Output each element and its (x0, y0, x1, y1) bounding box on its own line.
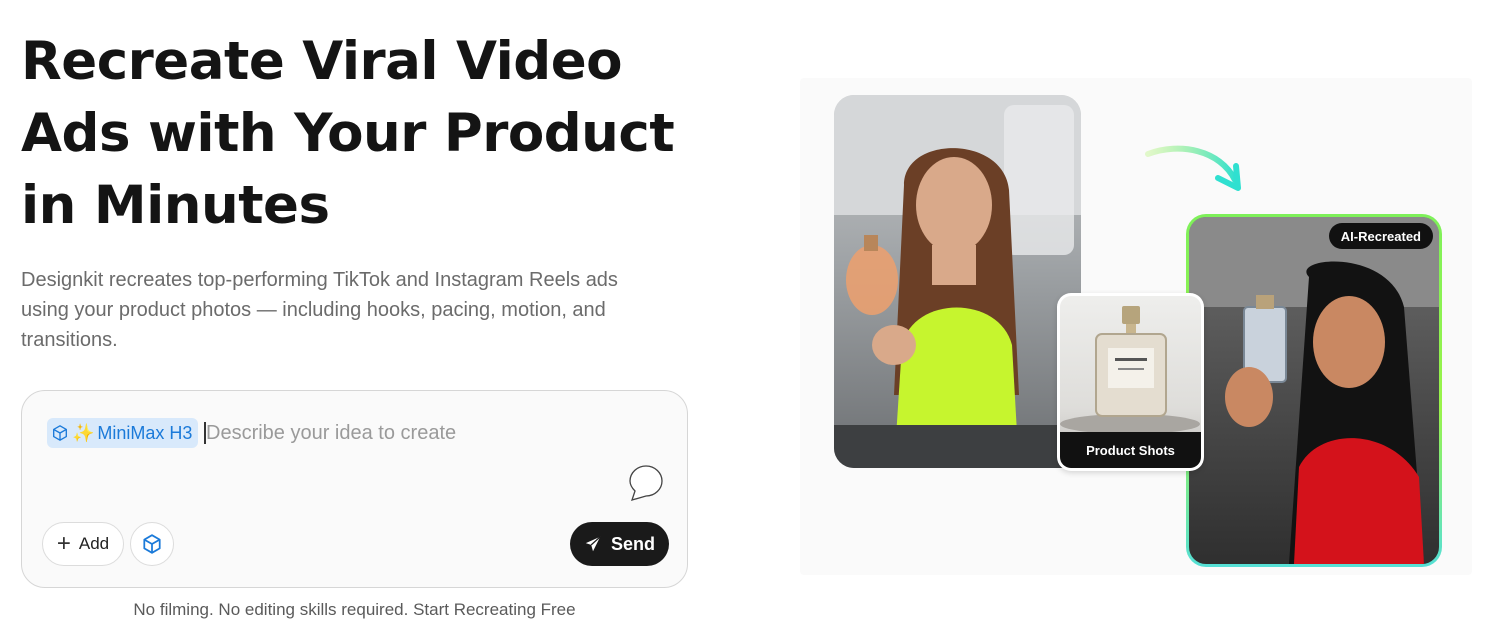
original-ad-illustration (834, 95, 1081, 468)
ai-recreated-badge: AI-Recreated (1328, 223, 1433, 249)
recreated-ad-image: AI-Recreated (1186, 214, 1442, 567)
cube-icon (143, 534, 161, 554)
product-shot-image: Product Shots (1060, 296, 1201, 468)
product-shots-card: Product Shots (1057, 293, 1204, 471)
curved-arrow-icon (1145, 145, 1241, 191)
hero-title-line: Recreate Viral Video (21, 31, 623, 92)
hero-title-line: in Minutes (21, 175, 330, 236)
perfume-bottle-illustration (1060, 306, 1200, 434)
model-chip[interactable]: ✨ MiniMax H3 (47, 418, 199, 448)
product-shots-label: Product Shots (1060, 432, 1201, 468)
recreated-ad-illustration (1189, 217, 1439, 564)
hero-description-line: transitions. (21, 329, 118, 351)
recreated-ad-frame: AI-Recreated (1189, 217, 1439, 564)
prompt-box: ✨ MiniMax H3 + Add Send (21, 390, 688, 588)
hero-description-line: Designkit recreates top-performing TikTo… (21, 269, 618, 291)
hero-description-line: using your product photos — including ho… (21, 299, 606, 321)
chat-bubble-icon (629, 465, 663, 501)
model-select-button[interactable] (130, 522, 174, 566)
model-chip-label: MiniMax H3 (97, 422, 193, 443)
add-button[interactable]: + Add (42, 522, 124, 566)
cube-icon (53, 425, 67, 441)
prompt-footer-text: No filming. No editing skills required. … (133, 600, 576, 619)
send-button[interactable]: Send (570, 522, 669, 566)
prompt-input[interactable] (206, 418, 626, 448)
plus-icon: + (56, 530, 71, 557)
original-ad-image (834, 95, 1081, 468)
hero-description: Designkit recreates top-performing TikTo… (21, 265, 681, 355)
send-icon (585, 536, 601, 552)
sparkle-icon: ✨ (72, 423, 95, 443)
hero-title: Recreate Viral Video Ads with Your Produ… (21, 26, 721, 242)
add-button-label: Add (78, 534, 110, 553)
hero-title-line: Ads with Your Product (21, 103, 675, 164)
send-button-label: Send (610, 533, 655, 554)
